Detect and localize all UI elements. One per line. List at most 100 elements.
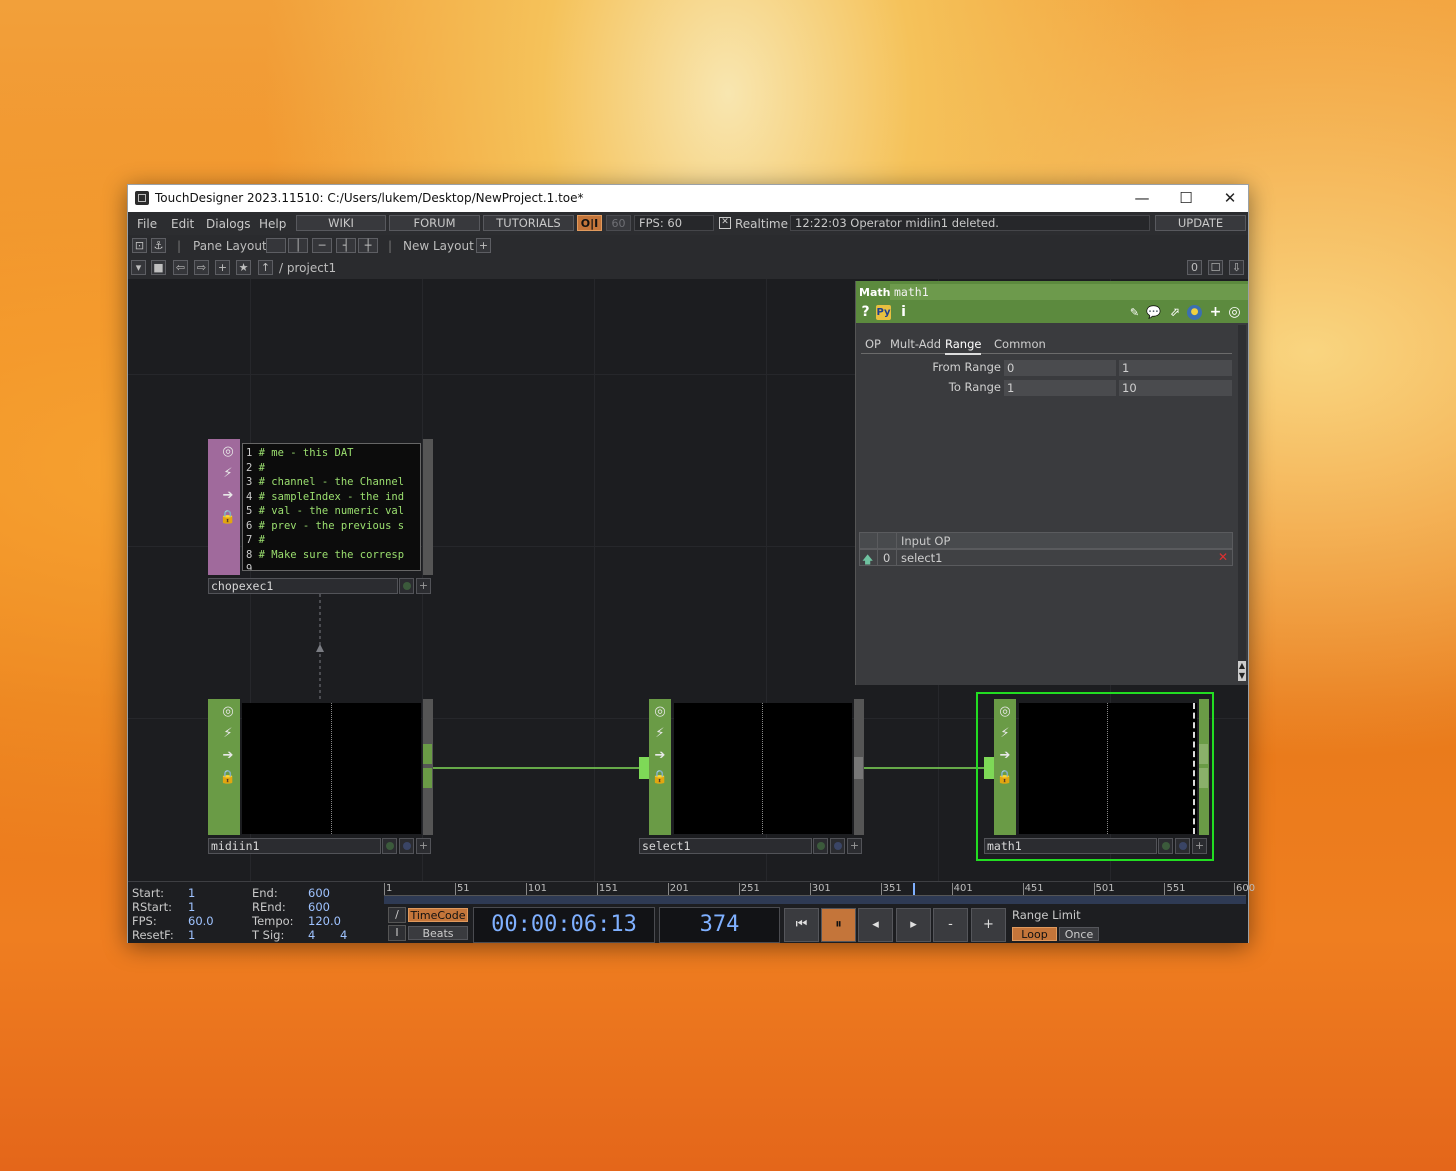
export-arrow-icon[interactable]: ➔ xyxy=(651,747,669,765)
node-flag-display[interactable] xyxy=(1158,838,1173,854)
minus-button[interactable]: - xyxy=(933,908,968,942)
playhead-marker[interactable] xyxy=(913,883,916,895)
input-op-value[interactable]: select1 xyxy=(901,551,943,565)
tsig-value-a[interactable]: 4 xyxy=(308,928,315,942)
scroll-arrows-icon[interactable]: ▲ ▼ xyxy=(1238,661,1246,681)
timeline-ruler[interactable]: 1 51 101 151 201 251 301 351 401 451 501 551 600 xyxy=(384,883,1255,896)
lock-icon[interactable]: 🔒 xyxy=(219,509,237,527)
menu-file[interactable]: File xyxy=(137,217,157,231)
viewer-active-icon[interactable]: ◎ xyxy=(219,703,237,721)
viewer-active-icon[interactable]: ◎ xyxy=(996,703,1014,721)
rewind-icon[interactable]: ⏮ xyxy=(784,908,819,942)
export-arrow-icon[interactable]: ➔ xyxy=(219,487,237,505)
bypass-icon[interactable]: ⚡ xyxy=(219,725,237,743)
step-back-icon[interactable]: ◂ xyxy=(858,908,893,942)
forum-button[interactable]: FORUM xyxy=(389,215,480,231)
tab-common[interactable]: Common xyxy=(994,337,1046,351)
viewer-active-icon[interactable]: ◎ xyxy=(651,703,669,721)
to-range-max-field[interactable]: 10 xyxy=(1119,380,1232,396)
tsig-value-b[interactable]: 4 xyxy=(340,928,347,942)
node-math1[interactable]: ◎ ⚡ ➔ 🔒 math1 + xyxy=(984,699,1209,854)
chop-viewer[interactable] xyxy=(242,703,421,834)
realtime-checkbox[interactable]: ✕ xyxy=(719,217,731,229)
output-connector[interactable] xyxy=(1199,744,1208,764)
slash-toggle[interactable]: / xyxy=(388,907,406,923)
layout-single-icon[interactable] xyxy=(266,238,286,253)
layout-vsplit-icon[interactable]: │ xyxy=(288,238,308,253)
node-flag-plus[interactable]: + xyxy=(416,838,431,854)
lock-icon[interactable]: 🔒 xyxy=(219,769,237,787)
node-name-math1[interactable]: math1 xyxy=(984,838,1157,854)
node-name-chopexec1[interactable]: chopexec1 xyxy=(208,578,398,594)
tab-range[interactable]: Range xyxy=(945,337,982,355)
node-flag-render[interactable] xyxy=(399,838,414,854)
node-flag-render[interactable] xyxy=(830,838,845,854)
menu-dialogs[interactable]: Dialogs xyxy=(206,217,250,231)
output-connector[interactable] xyxy=(854,757,863,779)
dat-code-viewer[interactable]: 1 # me - this DAT 2 # 3 # channel - the … xyxy=(242,443,421,571)
pane-type-icon[interactable]: ⊡ xyxy=(132,238,147,253)
zero-field[interactable]: 0 xyxy=(1187,260,1202,275)
resetf-value[interactable]: 1 xyxy=(188,928,195,942)
fps-cap-field[interactable]: 60 xyxy=(606,215,631,231)
input-connector[interactable] xyxy=(208,439,218,509)
node-flag-display[interactable] xyxy=(399,578,414,594)
bypass-icon[interactable]: ⚡ xyxy=(219,465,237,483)
python-ball-icon[interactable]: ● xyxy=(1187,305,1202,320)
forward-icon[interactable]: ⇨ xyxy=(194,260,209,275)
chop-viewer[interactable] xyxy=(1019,703,1197,834)
plus-button[interactable]: + xyxy=(971,908,1006,942)
python-icon[interactable]: Py xyxy=(876,305,891,320)
fps-value[interactable]: 60.0 xyxy=(188,914,214,928)
output-connector[interactable] xyxy=(423,744,432,764)
clone-icon[interactable]: ⬀ xyxy=(1167,305,1182,320)
pencil-icon[interactable]: ✎ xyxy=(1127,305,1142,320)
export-arrow-icon[interactable]: ➔ xyxy=(996,747,1014,765)
from-range-min-field[interactable]: 0 xyxy=(1004,360,1116,376)
node-flag-plus[interactable]: + xyxy=(416,578,431,594)
help-icon[interactable]: ? xyxy=(858,305,873,320)
update-button[interactable]: UPDATE xyxy=(1155,215,1246,231)
anchor-icon[interactable]: ⚓ xyxy=(151,238,166,253)
target-icon[interactable]: ◎ xyxy=(1227,305,1242,320)
maximize-button[interactable]: ☐ xyxy=(1164,185,1208,212)
chop-viewer[interactable] xyxy=(674,703,852,834)
menu-help[interactable]: Help xyxy=(259,217,286,231)
layout-hsplit-icon[interactable]: ─ xyxy=(312,238,332,253)
remove-input-icon[interactable]: ✕ xyxy=(1216,551,1230,564)
node-flag-render[interactable] xyxy=(1175,838,1190,854)
layout-quad-icon[interactable]: ┼ xyxy=(358,238,378,253)
start-value[interactable]: 1 xyxy=(188,886,195,900)
op-name-field[interactable]: math1 xyxy=(890,284,1248,300)
beats-button[interactable]: Beats xyxy=(408,926,468,940)
new-layout-plus-icon[interactable]: + xyxy=(476,238,491,253)
node-select1[interactable]: ◎ ⚡ ➔ 🔒 select1 + xyxy=(639,699,864,854)
back-icon[interactable]: ⇦ xyxy=(173,260,188,275)
end-value[interactable]: 600 xyxy=(308,886,330,900)
output-connector[interactable] xyxy=(423,768,432,788)
plus-icon[interactable]: + xyxy=(1208,305,1223,320)
oi-toggle[interactable]: O|I xyxy=(577,215,602,231)
timecode-display[interactable]: 00:00:06:13 xyxy=(473,907,655,943)
node-flag-plus[interactable]: + xyxy=(847,838,862,854)
bypass-icon[interactable]: ⚡ xyxy=(651,725,669,743)
output-connector[interactable] xyxy=(1199,768,1208,788)
tab-mult-add[interactable]: Mult-Add xyxy=(890,337,941,351)
node-flag-plus[interactable]: + xyxy=(1192,838,1207,854)
comment-icon[interactable]: 💬 xyxy=(1146,305,1161,320)
tempo-value[interactable]: 120.0 xyxy=(308,914,341,928)
info-icon[interactable]: i xyxy=(896,305,911,320)
node-midiin1[interactable]: ◎ ⚡ ➔ 🔒 midiin1 + xyxy=(208,699,433,854)
frame-display[interactable]: 374 xyxy=(659,907,780,943)
timecode-button[interactable]: TimeCode xyxy=(408,908,468,922)
once-button[interactable]: Once xyxy=(1059,927,1099,941)
export-arrow-icon[interactable]: ➔ xyxy=(219,747,237,765)
lock-icon[interactable]: 🔒 xyxy=(651,769,669,787)
to-range-min-field[interactable]: 1 xyxy=(1004,380,1116,396)
wiki-button[interactable]: WIKI xyxy=(296,215,386,231)
input-arrow-icon[interactable]: 🡅 xyxy=(862,551,873,570)
home-icon[interactable]: + xyxy=(215,260,230,275)
bookmark-star-icon[interactable]: ★ xyxy=(236,260,251,275)
pane-menu-icon[interactable]: ▾ xyxy=(131,260,146,275)
output-connector[interactable] xyxy=(423,439,433,575)
